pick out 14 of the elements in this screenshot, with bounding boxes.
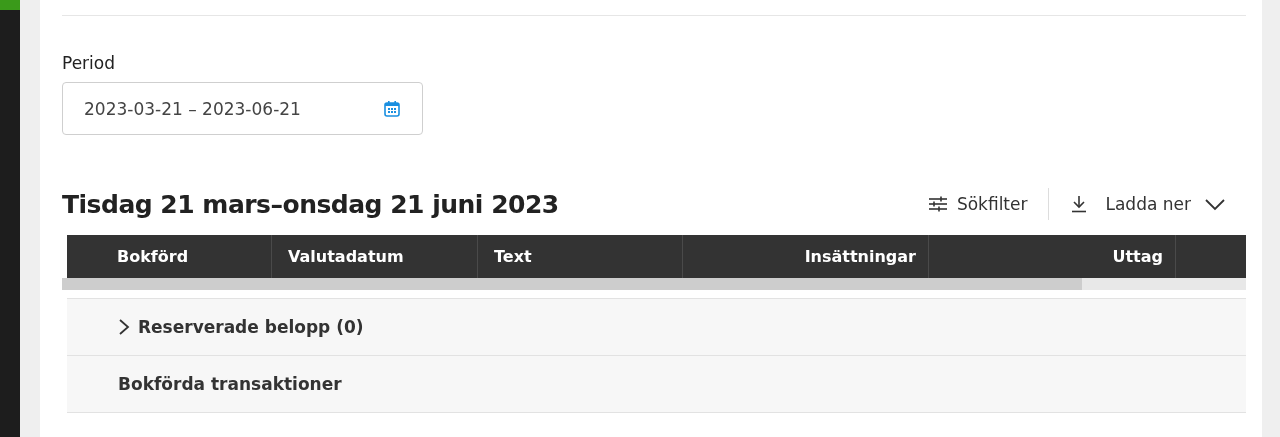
chevron-icon[interactable] — [118, 318, 130, 336]
download-button[interactable]: Ladda ner — [1070, 190, 1226, 218]
period-label: Period — [62, 53, 116, 73]
date-range-field[interactable]: 2023-03-21 – 2023-06-21 — [62, 82, 423, 135]
sliders-icon — [927, 196, 948, 212]
group-title: Bokförda transaktioner — [118, 374, 342, 394]
calendar-icon[interactable] — [383, 99, 401, 118]
search-filter-button[interactable]: Sökfilter — [927, 190, 1028, 218]
accent-strip — [0, 0, 20, 10]
download-icon — [1070, 195, 1089, 213]
period-heading: Tisdag 21 mars–onsdag 21 juni 2023 — [62, 189, 559, 219]
horizontal-scrollbar[interactable] — [62, 278, 1246, 290]
group-toggle[interactable]: Reserverade belopp (0) — [138, 317, 364, 337]
chevron-down-icon — [1204, 197, 1226, 211]
